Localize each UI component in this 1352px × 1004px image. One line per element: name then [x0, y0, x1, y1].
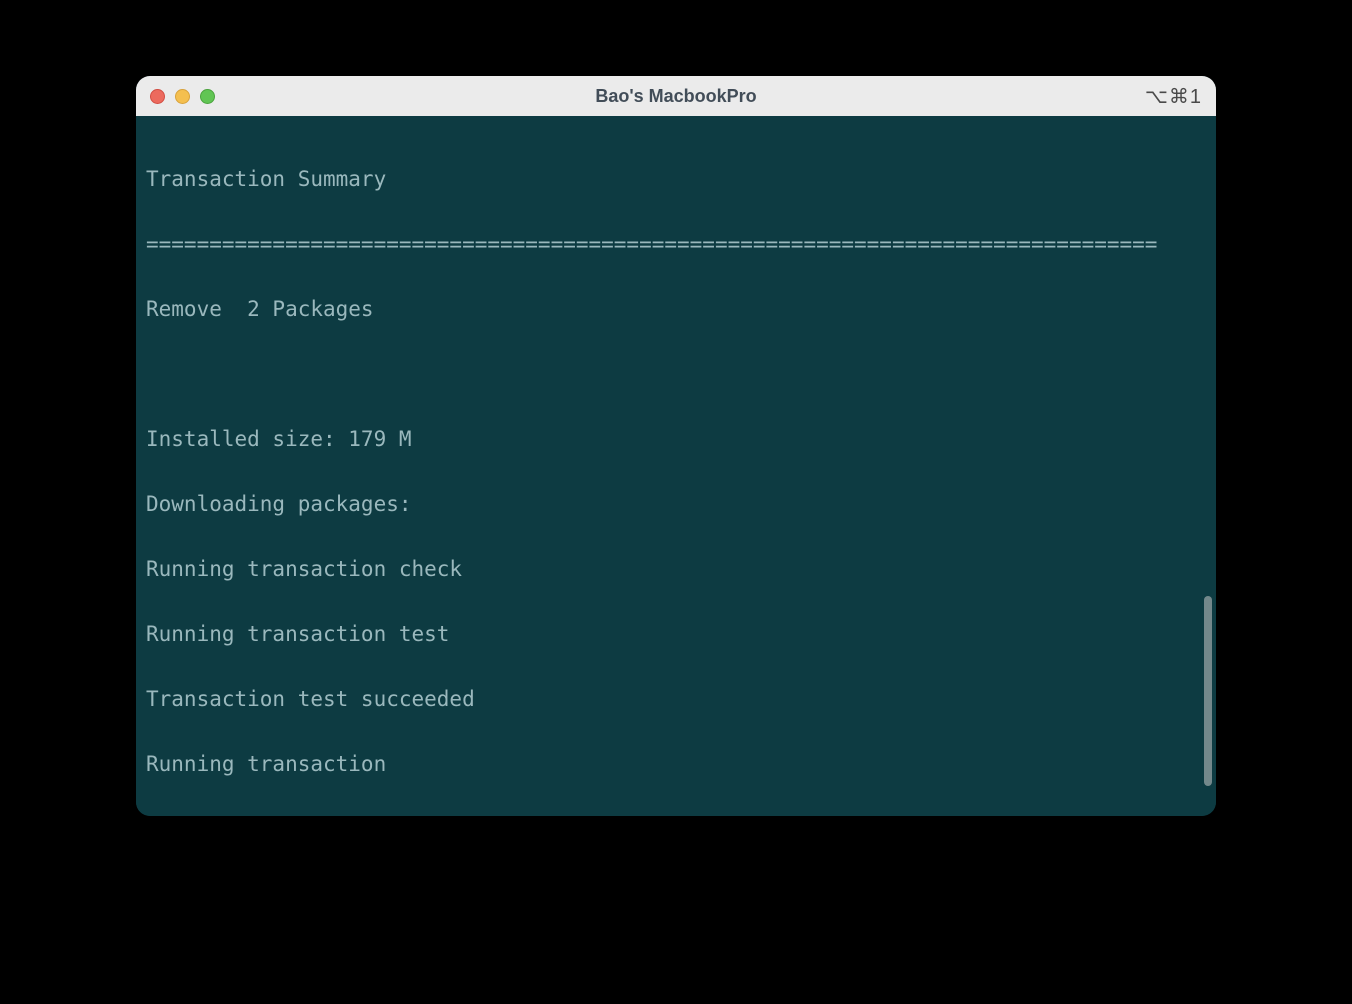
downloading: Downloading packages:	[146, 488, 1206, 521]
terminal-window: Bao's MacbookPro ⌥⌘1 Transaction Summary…	[136, 76, 1216, 816]
close-icon[interactable]	[150, 89, 165, 104]
txn-test: Running transaction test	[146, 618, 1206, 651]
step-count: 1/2	[1150, 813, 1206, 816]
txn-check: Running transaction check	[146, 553, 1206, 586]
titlebar[interactable]: Bao's MacbookPro ⌥⌘1	[136, 76, 1216, 116]
divider: ========================================…	[146, 228, 1206, 261]
txn-test-ok: Transaction test succeeded	[146, 683, 1206, 716]
window-title: Bao's MacbookPro	[136, 86, 1216, 107]
txn-running: Running transaction	[146, 748, 1206, 781]
terminal-viewport: Transaction Summary ====================…	[136, 116, 1216, 816]
traffic-lights	[150, 89, 215, 104]
remove-summary: Remove 2 Packages	[146, 293, 1206, 326]
minimize-icon[interactable]	[175, 89, 190, 104]
step-row: Erasing : MariaDB-server-10.3.27-1.el7.c…	[146, 813, 1206, 816]
scrollbar[interactable]	[1204, 596, 1212, 786]
window-shortcut: ⌥⌘1	[1145, 84, 1202, 109]
installed-size: Installed size: 179 M	[146, 423, 1206, 456]
txn-summary-heading: Transaction Summary	[146, 163, 1206, 196]
step-label: Erasing : MariaDB-server-10.3.27-1.el7.c…	[146, 813, 867, 816]
blank	[146, 358, 1206, 391]
terminal-body[interactable]: Transaction Summary ====================…	[136, 116, 1216, 816]
zoom-icon[interactable]	[200, 89, 215, 104]
